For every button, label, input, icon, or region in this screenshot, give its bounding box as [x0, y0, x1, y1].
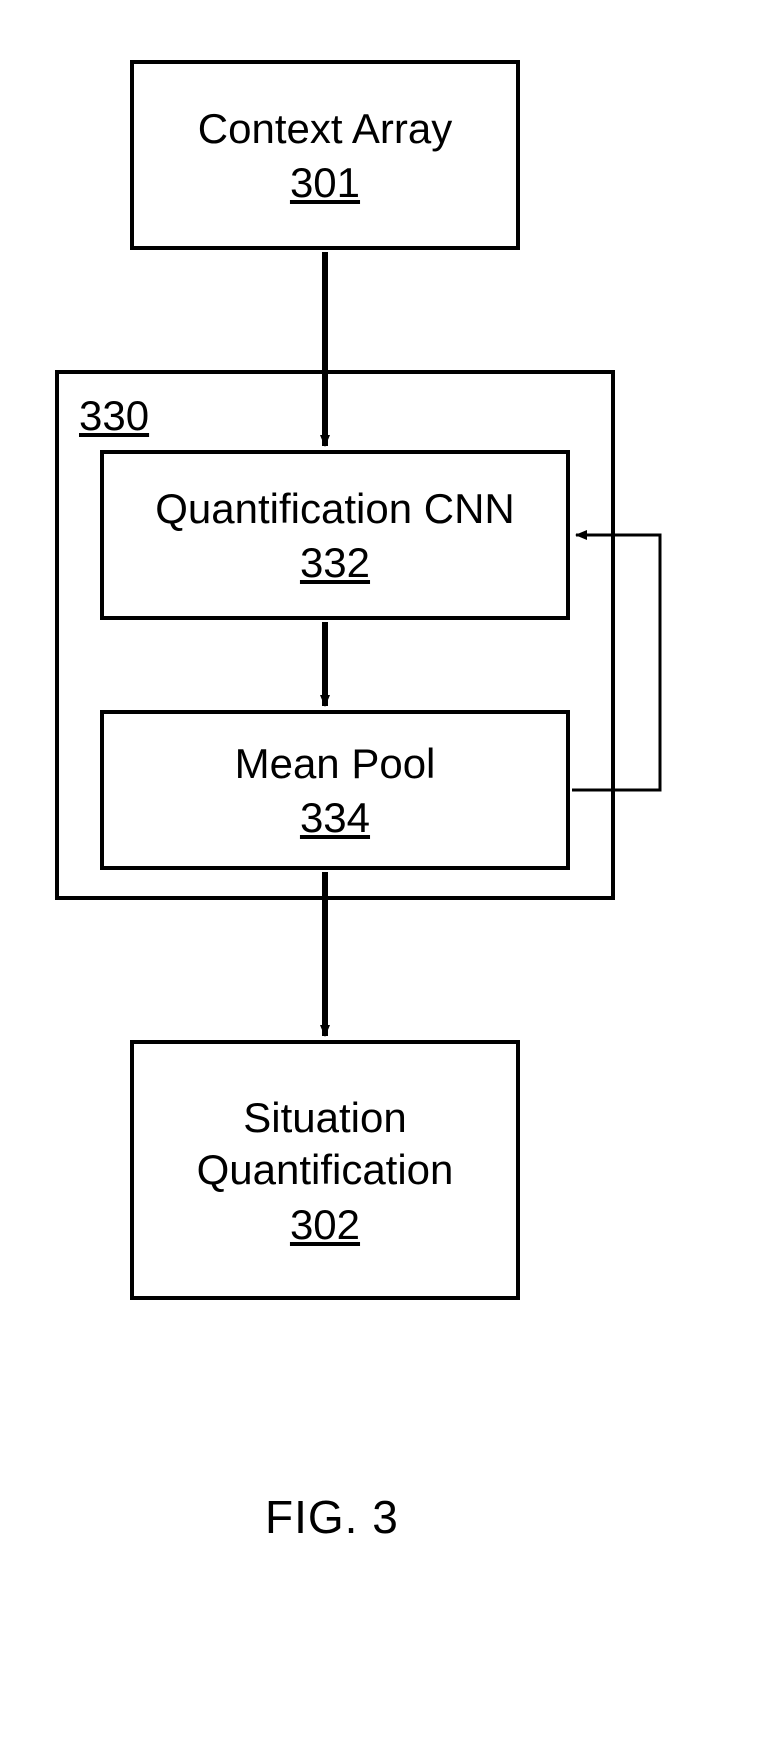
block-quantification-cnn: Quantification CNN 332	[100, 450, 570, 620]
block-title-line1: Situation	[243, 1092, 406, 1145]
block-number: 332	[300, 539, 370, 587]
block-title: Context Array	[198, 103, 452, 156]
block-number: 302	[290, 1201, 360, 1249]
block-context-array: Context Array 301	[130, 60, 520, 250]
diagram-canvas: Context Array 301 330 Quantification CNN…	[0, 0, 759, 1750]
block-title: Quantification CNN	[155, 483, 514, 536]
block-title-line2: Quantification	[197, 1144, 454, 1197]
block-mean-pool: Mean Pool 334	[100, 710, 570, 870]
block-number: 330	[79, 392, 149, 440]
block-title: Mean Pool	[235, 738, 436, 791]
figure-caption: FIG. 3	[265, 1490, 399, 1544]
block-number: 301	[290, 159, 360, 207]
block-situation-quantification: Situation Quantification 302	[130, 1040, 520, 1300]
block-number: 334	[300, 794, 370, 842]
